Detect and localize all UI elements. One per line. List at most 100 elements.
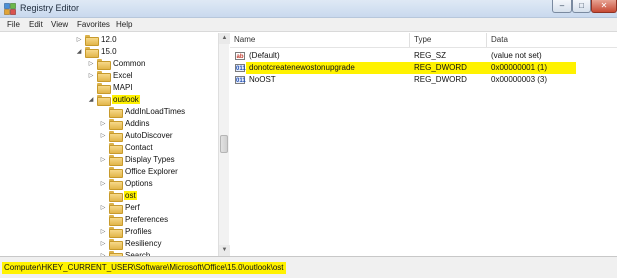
value-type: REG_DWORD xyxy=(414,63,467,72)
value-name: NoOST xyxy=(249,75,276,84)
tree-item-label: MAPI xyxy=(113,82,133,92)
column-header-data[interactable]: Data xyxy=(487,33,617,47)
menu-view[interactable]: View xyxy=(51,20,68,29)
tree-item-label: 12.0 xyxy=(101,34,117,44)
tree-item-label: Addins xyxy=(125,118,150,128)
folder-icon xyxy=(109,202,123,214)
tree-item[interactable]: ost xyxy=(99,189,137,202)
expand-arrow-icon[interactable]: ▷ xyxy=(87,72,95,79)
tree-item[interactable]: Office Explorer xyxy=(99,165,179,178)
expand-arrow-icon[interactable]: ▷ xyxy=(99,180,107,187)
folder-icon xyxy=(109,118,123,130)
menu-help[interactable]: Help xyxy=(116,20,132,29)
status-bar: Computer\HKEY_CURRENT_USER\Software\Micr… xyxy=(0,256,617,278)
expand-arrow-icon[interactable]: ▷ xyxy=(99,120,107,127)
column-header-type[interactable]: Type xyxy=(410,33,487,47)
collapse-arrow-icon[interactable]: ◢ xyxy=(75,48,83,55)
expand-arrow-icon[interactable]: ▷ xyxy=(99,228,107,235)
tree-item-label: Display Types xyxy=(125,154,175,164)
collapse-arrow-icon[interactable]: ◢ xyxy=(87,96,95,103)
value-data: 0x00000003 (3) xyxy=(491,75,548,84)
value-row[interactable]: 011 NoOST REG_DWORD 0x00000003 (3) xyxy=(230,74,617,86)
tree-item[interactable]: ▷ Search xyxy=(99,249,151,256)
tree-item-label: Common xyxy=(113,58,146,68)
tree-item[interactable]: ▷ Addins xyxy=(99,117,150,130)
tree-item-label: Profiles xyxy=(125,226,152,236)
expand-arrow-icon[interactable]: ▷ xyxy=(99,240,107,247)
tree-item[interactable]: ▷ AutoDiscover xyxy=(99,129,174,142)
value-row[interactable]: 011 donotcreatenewostonupgrade REG_DWORD 0x… xyxy=(230,62,617,74)
folder-icon xyxy=(97,94,111,106)
close-button[interactable]: ✕ xyxy=(591,0,617,13)
values-list: Name Type Data ab (Default) REG_SZ (value n… xyxy=(230,33,617,256)
tree-item[interactable]: ▷ Profiles xyxy=(99,225,153,238)
tree-item[interactable]: MAPI xyxy=(87,81,134,94)
tree-item[interactable]: ▷ Resiliency xyxy=(99,237,162,250)
tree-item[interactable]: ▷ Common xyxy=(87,57,146,70)
tree-item-label: ost xyxy=(124,190,137,200)
folder-icon xyxy=(97,58,111,70)
tree-item-label: Resiliency xyxy=(125,238,162,248)
folder-icon xyxy=(109,214,123,226)
tree-item-label: Office Explorer xyxy=(125,166,178,176)
menu-favorites[interactable]: Favorites xyxy=(77,20,110,29)
tree-item[interactable]: ◢ 15.0 xyxy=(75,45,118,58)
scroll-up-icon[interactable]: ▲ xyxy=(219,33,230,44)
column-header-name[interactable]: Name xyxy=(230,33,410,47)
value-name: donotcreatenewostonupgrade xyxy=(249,63,355,72)
tree-item[interactable]: AddInLoadTimes xyxy=(99,105,186,118)
value-name: (Default) xyxy=(249,51,280,60)
tree-item-label: Perf xyxy=(125,202,140,212)
tree-item-label: Preferences xyxy=(125,214,169,224)
expand-arrow-icon[interactable]: ▷ xyxy=(87,60,95,67)
maximize-button[interactable]: □ xyxy=(572,0,591,13)
value-data: 0x00000001 (1) xyxy=(491,63,548,72)
menu-bar: File Edit View Favorites Help xyxy=(0,18,617,32)
folder-icon xyxy=(109,106,123,118)
minimize-button[interactable]: – xyxy=(552,0,572,13)
menu-edit[interactable]: Edit xyxy=(29,20,43,29)
tree-item[interactable]: ▷ 12.0 xyxy=(75,33,118,46)
string-value-icon: ab xyxy=(235,52,245,60)
expand-arrow-icon[interactable]: ▷ xyxy=(99,132,107,139)
dword-value-icon: 011 xyxy=(235,76,246,84)
folder-icon xyxy=(109,226,123,238)
folder-icon xyxy=(109,142,123,154)
tree-item-label: Contact xyxy=(125,142,153,152)
folder-icon xyxy=(109,130,123,142)
folder-icon xyxy=(109,154,123,166)
tree-scrollbar[interactable]: ▲ ▼ xyxy=(218,33,230,256)
menu-file[interactable]: File xyxy=(7,20,20,29)
tree-item[interactable]: ◢ outlook xyxy=(87,93,140,106)
tree-item[interactable]: ▷ Perf xyxy=(99,201,141,214)
window-title: Registry Editor xyxy=(20,3,80,13)
expand-arrow-icon[interactable]: ▷ xyxy=(99,156,107,163)
folder-icon xyxy=(97,82,111,94)
tree-item-label: Options xyxy=(125,178,153,188)
tree-item[interactable]: Contact xyxy=(99,141,154,154)
tree-item[interactable]: ▷ Display Types xyxy=(99,153,176,166)
tree-item-label: 15.0 xyxy=(101,46,117,56)
tree-item-label: AutoDiscover xyxy=(125,130,173,140)
tree-item-label: AddInLoadTimes xyxy=(125,106,186,116)
folder-icon xyxy=(85,34,99,46)
folder-icon xyxy=(97,70,111,82)
dword-value-icon: 011 xyxy=(235,64,246,72)
value-type: REG_DWORD xyxy=(414,75,467,84)
registry-editor-icon xyxy=(4,3,16,15)
tree-item-label: outlook xyxy=(112,94,140,104)
tree-item[interactable]: Preferences xyxy=(99,213,169,226)
folder-icon xyxy=(109,190,123,202)
value-row[interactable]: ab (Default) REG_SZ (value not set) xyxy=(230,50,617,62)
scroll-thumb[interactable] xyxy=(220,135,228,153)
title-bar: Registry Editor – □ ✕ xyxy=(0,0,617,18)
folder-icon xyxy=(109,238,123,250)
tree-item-label: Excel xyxy=(113,70,133,80)
tree-item[interactable]: ▷ Excel xyxy=(87,69,134,82)
scroll-down-icon[interactable]: ▼ xyxy=(219,245,230,256)
expand-arrow-icon[interactable]: ▷ xyxy=(75,36,83,43)
tree-item[interactable]: ▷ Options xyxy=(99,177,154,190)
expand-arrow-icon[interactable]: ▷ xyxy=(99,204,107,211)
value-type: REG_SZ xyxy=(414,51,447,60)
key-tree[interactable]: ▷ 12.0 ◢ 15.0 ▷ Common ▷ Excel MAPI ◢ outlook AddIn… xyxy=(0,33,229,256)
